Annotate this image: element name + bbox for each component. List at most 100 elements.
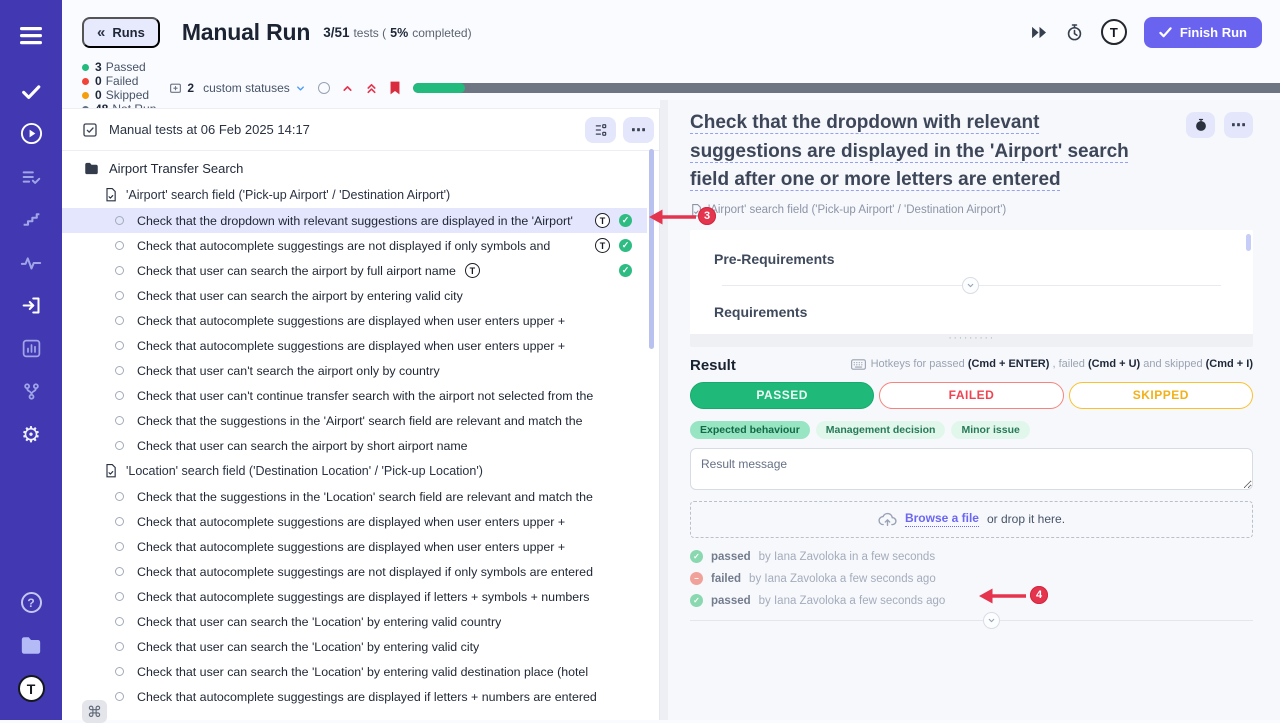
results-list-check-icon[interactable] [9, 155, 53, 198]
run-progress-fill [413, 83, 465, 93]
menu-hamburger-icon[interactable] [9, 14, 53, 57]
tree-test-row[interactable]: Check that autocomplete suggestions are … [62, 534, 647, 559]
steps-icon[interactable] [9, 198, 53, 241]
tree-test-row[interactable]: Check that autocomplete suggestions are … [62, 308, 647, 333]
collapse-history-toggle[interactable] [983, 612, 1000, 629]
history-text: by Iana Zavoloka a few seconds ago [759, 595, 946, 607]
tree-test-row[interactable]: Check that user can't search the airport… [62, 358, 647, 383]
test-circle-icon [115, 416, 124, 425]
status-dot [82, 64, 89, 71]
finish-run-button[interactable]: Finish Run [1144, 17, 1262, 48]
account-logo-icon[interactable]: T [1101, 19, 1127, 45]
tree-test-row[interactable]: Check that user can search the 'Location… [62, 659, 647, 684]
test-label: Check that autocomplete suggestions are … [137, 540, 565, 554]
tree-test-row[interactable]: Check that user can't continue transfer … [62, 383, 647, 408]
tree-suite-row[interactable]: 'Location' search field ('Destination Lo… [62, 458, 647, 484]
passed-check-icon: ✓ [619, 239, 632, 252]
test-title[interactable]: Check that the dropdown with relevant su… [690, 109, 1253, 195]
card-scrollbar-thumb[interactable] [1246, 234, 1251, 251]
tree-folder-row[interactable]: Airport Transfer Search [62, 155, 647, 182]
tests-count: 3/51 [323, 25, 349, 40]
test-label: Check that user can't search the airport… [137, 364, 440, 378]
tree-test-row[interactable]: Check that the suggestions in the 'Airpo… [62, 408, 647, 433]
passed-check-icon: ✓ [619, 264, 632, 277]
tree-test-row[interactable]: Check that autocomplete suggestings are … [62, 684, 647, 709]
testomat-badge-icon: T [595, 213, 610, 228]
test-timer-button[interactable] [1186, 112, 1215, 138]
tree-test-row[interactable]: Check that user can search the 'Location… [62, 609, 647, 634]
app-sidebar: ⚙ ? T [0, 0, 62, 720]
status-label: Passed [106, 60, 146, 74]
help-icon[interactable]: ? [9, 581, 53, 624]
result-tag[interactable]: Minor issue [951, 421, 1029, 439]
tree-scrollbar-thumb[interactable] [649, 149, 654, 349]
result-skipped-button[interactable]: SKIPPED [1069, 382, 1253, 409]
test-circle-icon [115, 517, 124, 526]
test-label: Check that user can't continue transfer … [137, 389, 593, 403]
tree-test-row[interactable]: Check that user can search the airport b… [62, 258, 647, 283]
tree-test-row[interactable]: Check that user can search the airport b… [62, 433, 647, 458]
file-dropzone[interactable]: Browse a file or drop it here. [690, 501, 1253, 538]
test-more-button[interactable] [1224, 112, 1253, 138]
test-detail-panel: Check that the dropdown with relevant su… [660, 100, 1280, 720]
tree-test-row[interactable]: Check that autocomplete suggestions are … [62, 333, 647, 358]
stopwatch-icon [1195, 118, 1207, 132]
result-failed-button[interactable]: FAILED [879, 382, 1063, 409]
tree-test-row[interactable]: Check that autocomplete suggestings are … [62, 233, 647, 258]
tree-test-row[interactable]: Check that autocomplete suggestings are … [62, 584, 647, 609]
testomat-logo[interactable]: T [9, 667, 53, 710]
branch-icon[interactable] [9, 370, 53, 413]
circle-marker-icon[interactable] [318, 82, 330, 94]
activity-pulse-icon[interactable] [9, 241, 53, 284]
check-icon [1159, 27, 1172, 38]
history-status-label: passed [711, 551, 751, 563]
test-label: Check that the dropdown with relevant su… [137, 214, 573, 228]
status-count-item: 0Failed [82, 74, 156, 88]
test-label: Check that user can search the airport b… [137, 289, 463, 303]
import-icon[interactable] [9, 284, 53, 327]
tests-check-icon[interactable] [9, 69, 53, 112]
description-resize-handle[interactable]: ········· [690, 334, 1253, 347]
status-dot [82, 92, 89, 99]
collapse-section-toggle[interactable] [962, 277, 979, 294]
browse-file-link[interactable]: Browse a file [905, 511, 979, 527]
test-circle-icon [115, 316, 124, 325]
test-label: Check that user can search the airport b… [137, 264, 456, 278]
tree-view-toggle-button[interactable] [585, 117, 616, 143]
status-count-item: 0Skipped [82, 88, 156, 102]
tree-test-row[interactable]: Check that the dropdown with relevant su… [62, 208, 647, 233]
chevron-up-icon[interactable] [341, 82, 354, 95]
suite-label: 'Airport' search field ('Pick-up Airport… [126, 188, 450, 202]
annotation-arrow-4 [978, 585, 1030, 607]
tree-test-row[interactable]: Check that user can search the 'Location… [62, 634, 647, 659]
tree-more-button[interactable] [623, 117, 654, 143]
result-message-input[interactable] [690, 448, 1253, 490]
test-circle-icon [115, 692, 124, 701]
tree-test-row[interactable]: Check that the suggestions in the 'Locat… [62, 484, 647, 509]
result-tag[interactable]: Expected behaviour [690, 421, 810, 439]
tree-test-row[interactable]: Check that autocomplete suggestings are … [62, 559, 647, 584]
bookmark-icon[interactable] [389, 81, 401, 95]
timer-icon[interactable] [1065, 23, 1084, 42]
settings-gear-icon[interactable]: ⚙ [9, 413, 53, 456]
analytics-chart-icon[interactable] [9, 327, 53, 370]
fast-forward-icon[interactable] [1031, 26, 1048, 39]
runs-play-icon[interactable] [9, 112, 53, 155]
annotation-badge-3: 3 [698, 207, 716, 225]
back-to-runs-button[interactable]: « Runs [82, 17, 160, 48]
test-label: Check that user can search the airport b… [137, 439, 468, 453]
section-pre-requirements: Pre-Requirements [714, 251, 1229, 267]
custom-statuses-toggle[interactable]: 2 custom statuses [169, 81, 305, 95]
docs-folder-icon[interactable] [9, 624, 53, 667]
tree-test-row[interactable]: Check that autocomplete suggestions are … [62, 509, 647, 534]
test-circle-icon [115, 617, 124, 626]
test-circle-icon [115, 291, 124, 300]
result-tag[interactable]: Management decision [816, 421, 946, 439]
test-circle-icon [115, 266, 124, 275]
chevrons-up-icon[interactable] [365, 81, 378, 95]
tree-suite-row[interactable]: 'Airport' search field ('Pick-up Airport… [62, 182, 647, 208]
tree-test-row[interactable]: Check that user can search the airport b… [62, 283, 647, 308]
breadcrumb[interactable]: 'Airport' search field ('Pick-up Airport… [690, 204, 1253, 217]
test-status-icon: ✓ [619, 214, 632, 227]
result-passed-button[interactable]: PASSED [690, 382, 874, 409]
